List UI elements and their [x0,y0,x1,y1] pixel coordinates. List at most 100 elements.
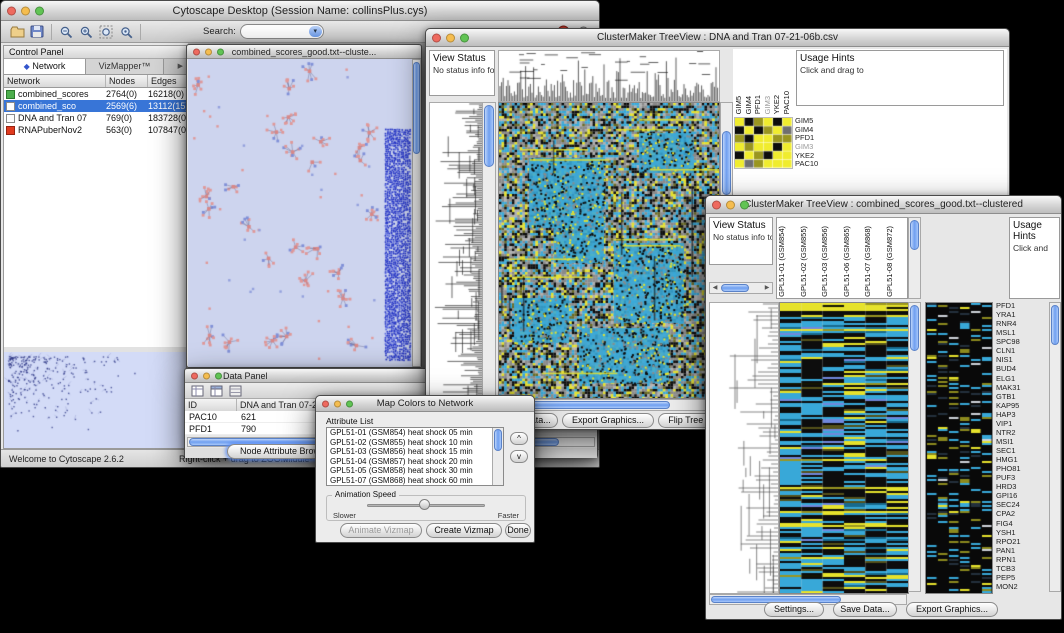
network-view-titlebar[interactable]: combined_scores_good.txt--cluste... [187,45,421,59]
minimize-button[interactable] [334,400,341,407]
gene-label[interactable]: HRD3 [996,483,1048,492]
scroll-thumb[interactable] [721,284,749,292]
search-input[interactable]: ▾ [240,24,324,39]
col-network[interactable]: Network [4,75,106,87]
main-titlebar[interactable]: Cytoscape Desktop (Session Name: collins… [1,1,599,21]
zoom-button[interactable] [217,48,224,55]
attribute-list-item[interactable]: GPL51-07 (GSM868) heat shock 60 min [327,476,493,486]
gene-label[interactable]: RNR4 [996,320,1048,329]
heatmap-vscrollbar[interactable] [908,302,921,592]
zoom-matrix-canvas[interactable] [734,117,793,169]
close-button[interactable] [712,200,721,209]
minimize-button[interactable] [726,200,735,209]
scroll-left-icon[interactable]: ◀ [710,283,720,294]
gene-label[interactable]: GTB1 [996,393,1048,402]
delete-attribute-icon[interactable] [227,384,243,398]
network-table-row[interactable]: combined_scores2764(0)16218(0) [4,88,186,100]
open-session-icon[interactable] [7,23,27,41]
minimize-button[interactable] [203,372,210,379]
array-column-label[interactable]: GPL51-03 (GSM856) [820,218,842,298]
gene-label[interactable]: SEC24 [996,501,1048,510]
list-vscrollbar[interactable] [492,428,503,485]
attribute-list-item[interactable]: GPL51-02 (GSM855) heat shock 10 min [327,438,493,448]
settings-button[interactable]: Settings... [764,602,824,617]
gene-label[interactable]: RPO21 [996,538,1048,547]
dendrogram-vscrollbar[interactable] [482,102,496,397]
gene-dendrogram-canvas[interactable] [709,302,779,594]
map-dialog-titlebar[interactable]: Map Colors to Network [316,396,534,412]
scroll-thumb[interactable] [910,220,919,250]
matrix-column-label[interactable]: PAC10 [782,50,792,115]
scroll-thumb[interactable] [1051,305,1059,345]
network-vscrollbar[interactable] [412,59,421,367]
save-session-icon[interactable] [27,23,47,41]
gene-label[interactable]: TCB3 [996,565,1048,574]
zoom-selected-icon[interactable] [116,23,136,41]
gene-label[interactable]: SEC1 [996,447,1048,456]
scroll-thumb[interactable] [910,305,919,351]
attribute-listbox[interactable]: GPL51-01 (GSM854) heat shock 05 minGPL51… [326,427,504,486]
network-table-row[interactable]: DNA and Tran 07769(0)183728(0) [4,112,186,124]
gene-label[interactable]: VIP1 [996,420,1048,429]
gene-label[interactable]: PAN1 [996,547,1048,556]
treeview-combined-titlebar[interactable]: ClusterMaker TreeView : combined_scores_… [706,196,1061,214]
minimize-button[interactable] [205,48,212,55]
tab-vizmapper[interactable]: VizMapper™ [86,59,164,74]
attribute-list-item[interactable]: GPL51-03 (GSM856) heat shock 15 min [327,447,493,457]
gene-label[interactable]: YRA1 [996,311,1048,320]
zoom-button[interactable] [215,372,222,379]
search-dropdown-icon[interactable]: ▾ [309,26,322,37]
array-dendrogram-canvas[interactable] [498,50,720,102]
scroll-thumb[interactable] [413,62,420,154]
gene-label[interactable]: CPA2 [996,510,1048,519]
zoom-button[interactable] [346,400,353,407]
attribute-list-item[interactable]: GPL51-01 (GSM854) heat shock 05 min [327,428,493,438]
matrix-column-label[interactable]: PFD1 [753,50,763,115]
network-canvas[interactable] [188,59,412,367]
gene-label[interactable]: NTR2 [996,429,1048,438]
matrix-row-label[interactable]: GIM3 [795,143,831,152]
array-column-label[interactable]: GPL51-07 (GSM868) [863,218,885,298]
matrix-column-label[interactable]: GIM3 [763,50,773,115]
zoom-fit-icon[interactable] [96,23,116,41]
gene-label[interactable]: ELG1 [996,375,1048,384]
zoom-heatmap-canvas[interactable] [925,302,993,594]
gene-label[interactable]: KAP95 [996,402,1048,411]
gene-dendrogram-canvas[interactable] [429,102,483,399]
array-column-label[interactable]: GPL51-08 (GSM872) [885,218,907,298]
create-vizmap-button[interactable]: Create Vizmap [426,523,502,538]
col-nodes[interactable]: Nodes [106,75,148,87]
matrix-row-label[interactable]: PAC10 [795,160,831,169]
done-button[interactable]: Done [505,523,531,538]
close-button[interactable] [322,400,329,407]
zoom-button[interactable] [740,200,749,209]
move-up-button[interactable]: ^ [510,432,528,445]
zoom-out-icon[interactable] [56,23,76,41]
network-overview-canvas[interactable] [4,352,186,448]
gene-label[interactable]: NIS1 [996,356,1048,365]
animate-vizmap-button[interactable]: Animate Vizmap [340,523,422,538]
tab-network[interactable]: ◆ Network [4,59,86,74]
gene-label[interactable]: RPN1 [996,556,1048,565]
mini-hscrollbar[interactable]: ◀ ▶ [709,282,773,294]
gene-label[interactable]: PEP5 [996,574,1048,583]
close-button[interactable] [432,33,441,42]
zoom-button[interactable] [35,6,44,15]
gene-label[interactable]: HMG1 [996,456,1048,465]
array-column-label[interactable]: GPL51-06 (GSM865) [842,218,864,298]
tab-overflow-icon[interactable]: ▶ [164,59,186,74]
gene-label[interactable]: GPI16 [996,492,1048,501]
matrix-row-label[interactable]: YKE2 [795,152,831,161]
gene-label[interactable]: PHO81 [996,465,1048,474]
array-column-label[interactable]: GPL51-02 (GSM855) [799,218,821,298]
zoom-button[interactable] [460,33,469,42]
gene-label[interactable]: MSI1 [996,438,1048,447]
gene-label[interactable]: SPC98 [996,338,1048,347]
close-button[interactable] [191,372,198,379]
minimize-button[interactable] [21,6,30,15]
gene-label[interactable]: HAP3 [996,411,1048,420]
minimize-button[interactable] [446,33,455,42]
matrix-row-label[interactable]: GIM4 [795,126,831,135]
attribute-list-item[interactable]: GPL51-05 (GSM858) heat shock 30 min [327,466,493,476]
save-data-button[interactable]: Save Data... [833,602,897,617]
